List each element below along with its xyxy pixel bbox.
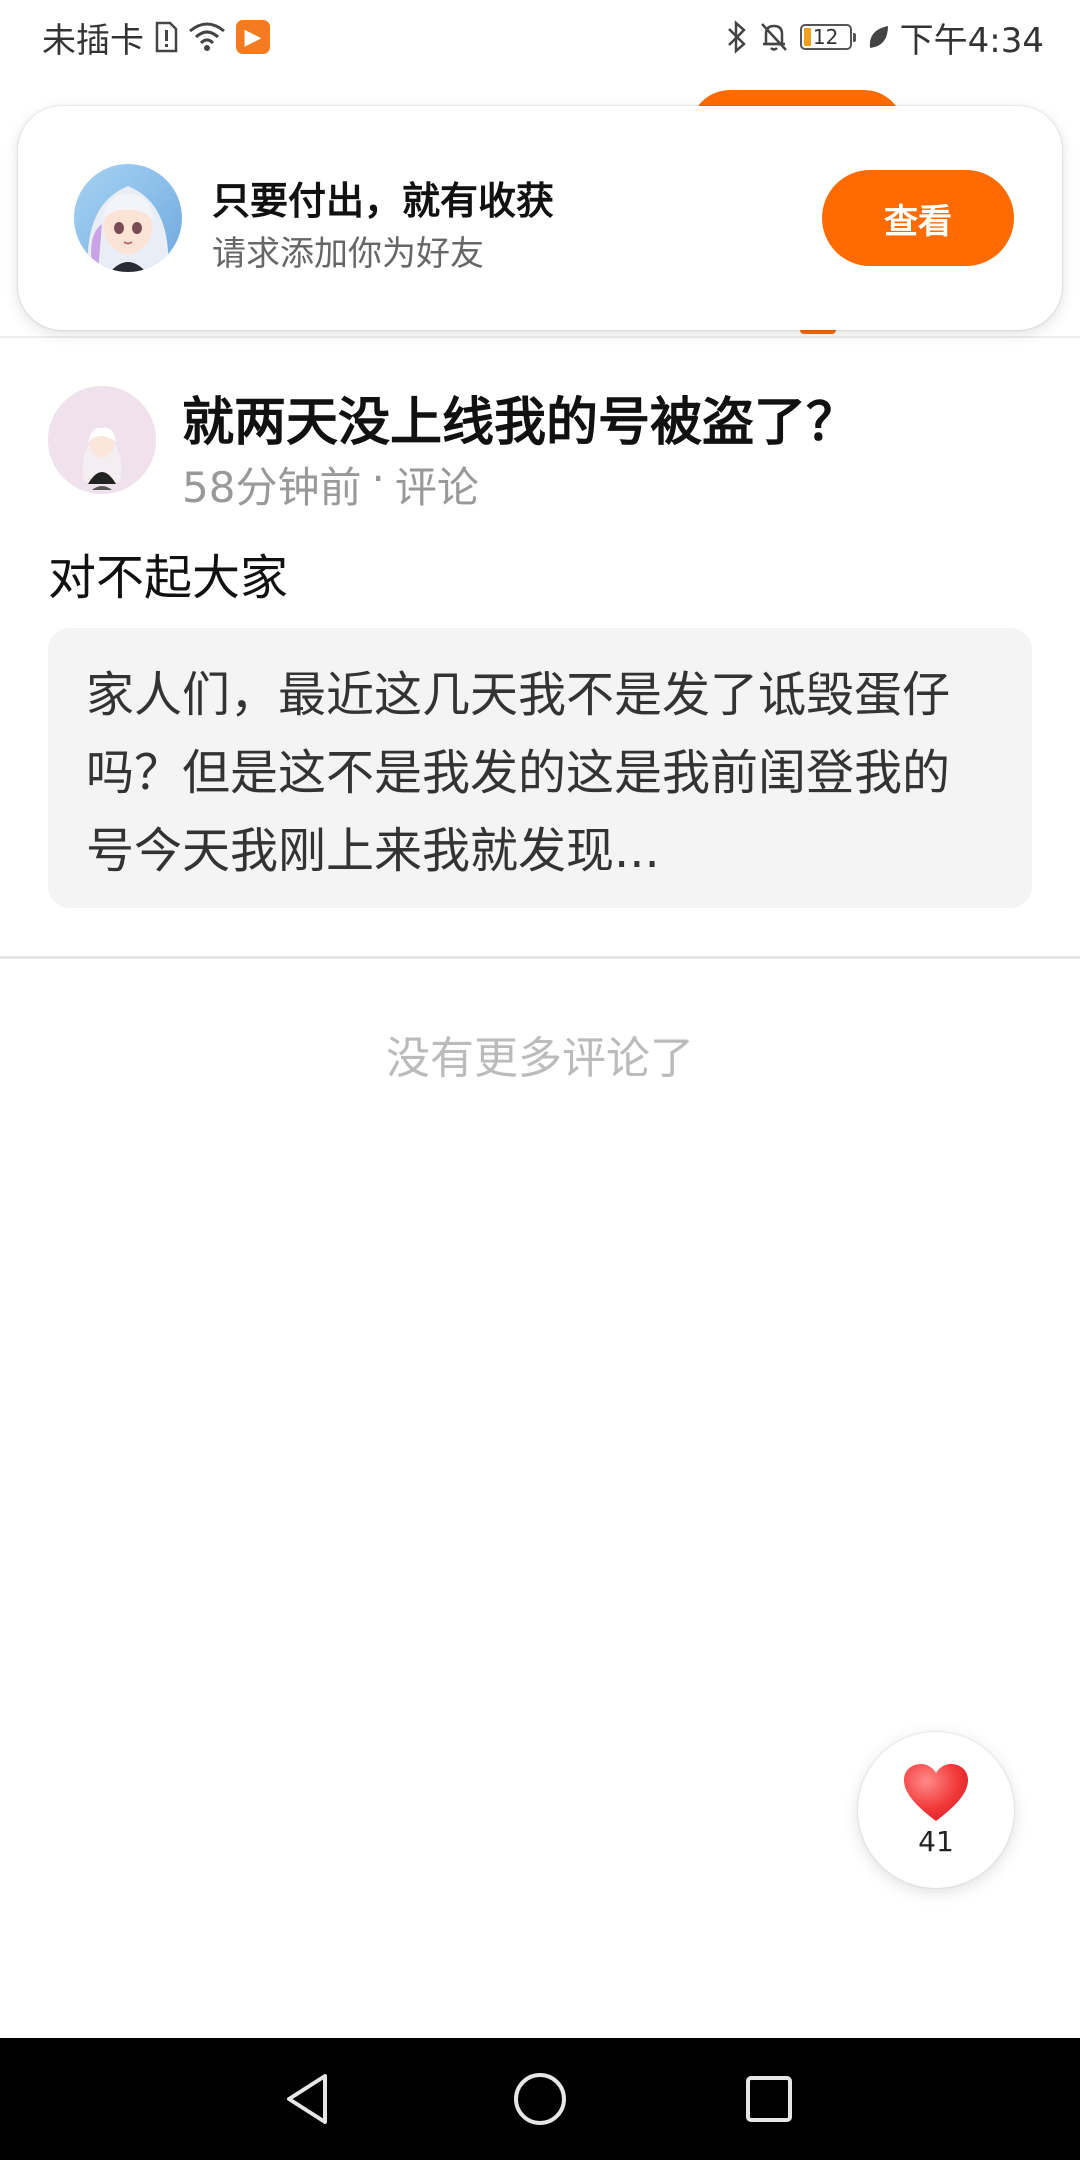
like-count: 41 [918, 1824, 954, 1858]
system-nav-bar [0, 2038, 1080, 2160]
meta-separator: · [371, 454, 385, 503]
post-category: 评论 [394, 463, 479, 512]
status-right: 12 下午4:34 [726, 13, 1044, 62]
friend-request-card[interactable]: 只要付出，就有收获 请求添加你为好友 查看 [18, 106, 1062, 330]
quoted-post[interactable]: 家人们，最近这几天我不是发了诋毁蛋仔吗？但是这不是我发的这是我前闺登我的号今天我… [48, 628, 1032, 908]
battery-icon: 12 [799, 24, 856, 50]
mute-bell-icon [758, 20, 790, 54]
back-triangle-icon [283, 2072, 331, 2126]
post-subtitle: 对不起大家 [48, 550, 289, 606]
home-circle-icon [512, 2071, 568, 2127]
carrier-label: 未插卡 [42, 20, 144, 61]
view-button[interactable]: 查看 [822, 170, 1014, 266]
status-time: 下午4:34 [899, 20, 1044, 61]
post-title: 就两天没上线我的号被盗了？ [182, 393, 859, 453]
like-button[interactable]: 41 [858, 1732, 1014, 1888]
post-author-avatar[interactable] [48, 386, 156, 494]
app-notification-icon: ▶ [236, 20, 270, 54]
recents-square-icon [744, 2074, 794, 2124]
leaf-icon [866, 22, 890, 52]
header-divider [0, 336, 1080, 338]
heart-icon [902, 1763, 970, 1823]
friend-request-title: 只要付出，就有收获 [212, 179, 555, 223]
post-divider [0, 956, 1080, 959]
status-left: 未插卡 ▶ [42, 13, 270, 62]
home-nav-button[interactable] [505, 2064, 575, 2134]
back-nav-button[interactable] [272, 2064, 342, 2134]
friend-request-subtitle: 请求添加你为好友 [212, 234, 484, 274]
post-time: 58分钟前 [182, 463, 362, 512]
battery-level: 12 [812, 25, 839, 49]
recents-nav-button[interactable] [734, 2064, 804, 2134]
wifi-icon [188, 21, 226, 53]
no-more-comments: 没有更多评论了 [386, 1033, 694, 1084]
friend-avatar[interactable] [74, 164, 182, 272]
status-bar: 未插卡 ▶ 12 下午4:34 [0, 0, 1080, 74]
quoted-post-text: 家人们，最近这几天我不是发了诋毁蛋仔吗？但是这不是我发的这是我前闺登我的号今天我… [86, 667, 951, 879]
bluetooth-icon [726, 20, 748, 54]
sim-alert-icon [154, 21, 178, 53]
post-meta: 58分钟前 · 评论 [182, 454, 479, 515]
